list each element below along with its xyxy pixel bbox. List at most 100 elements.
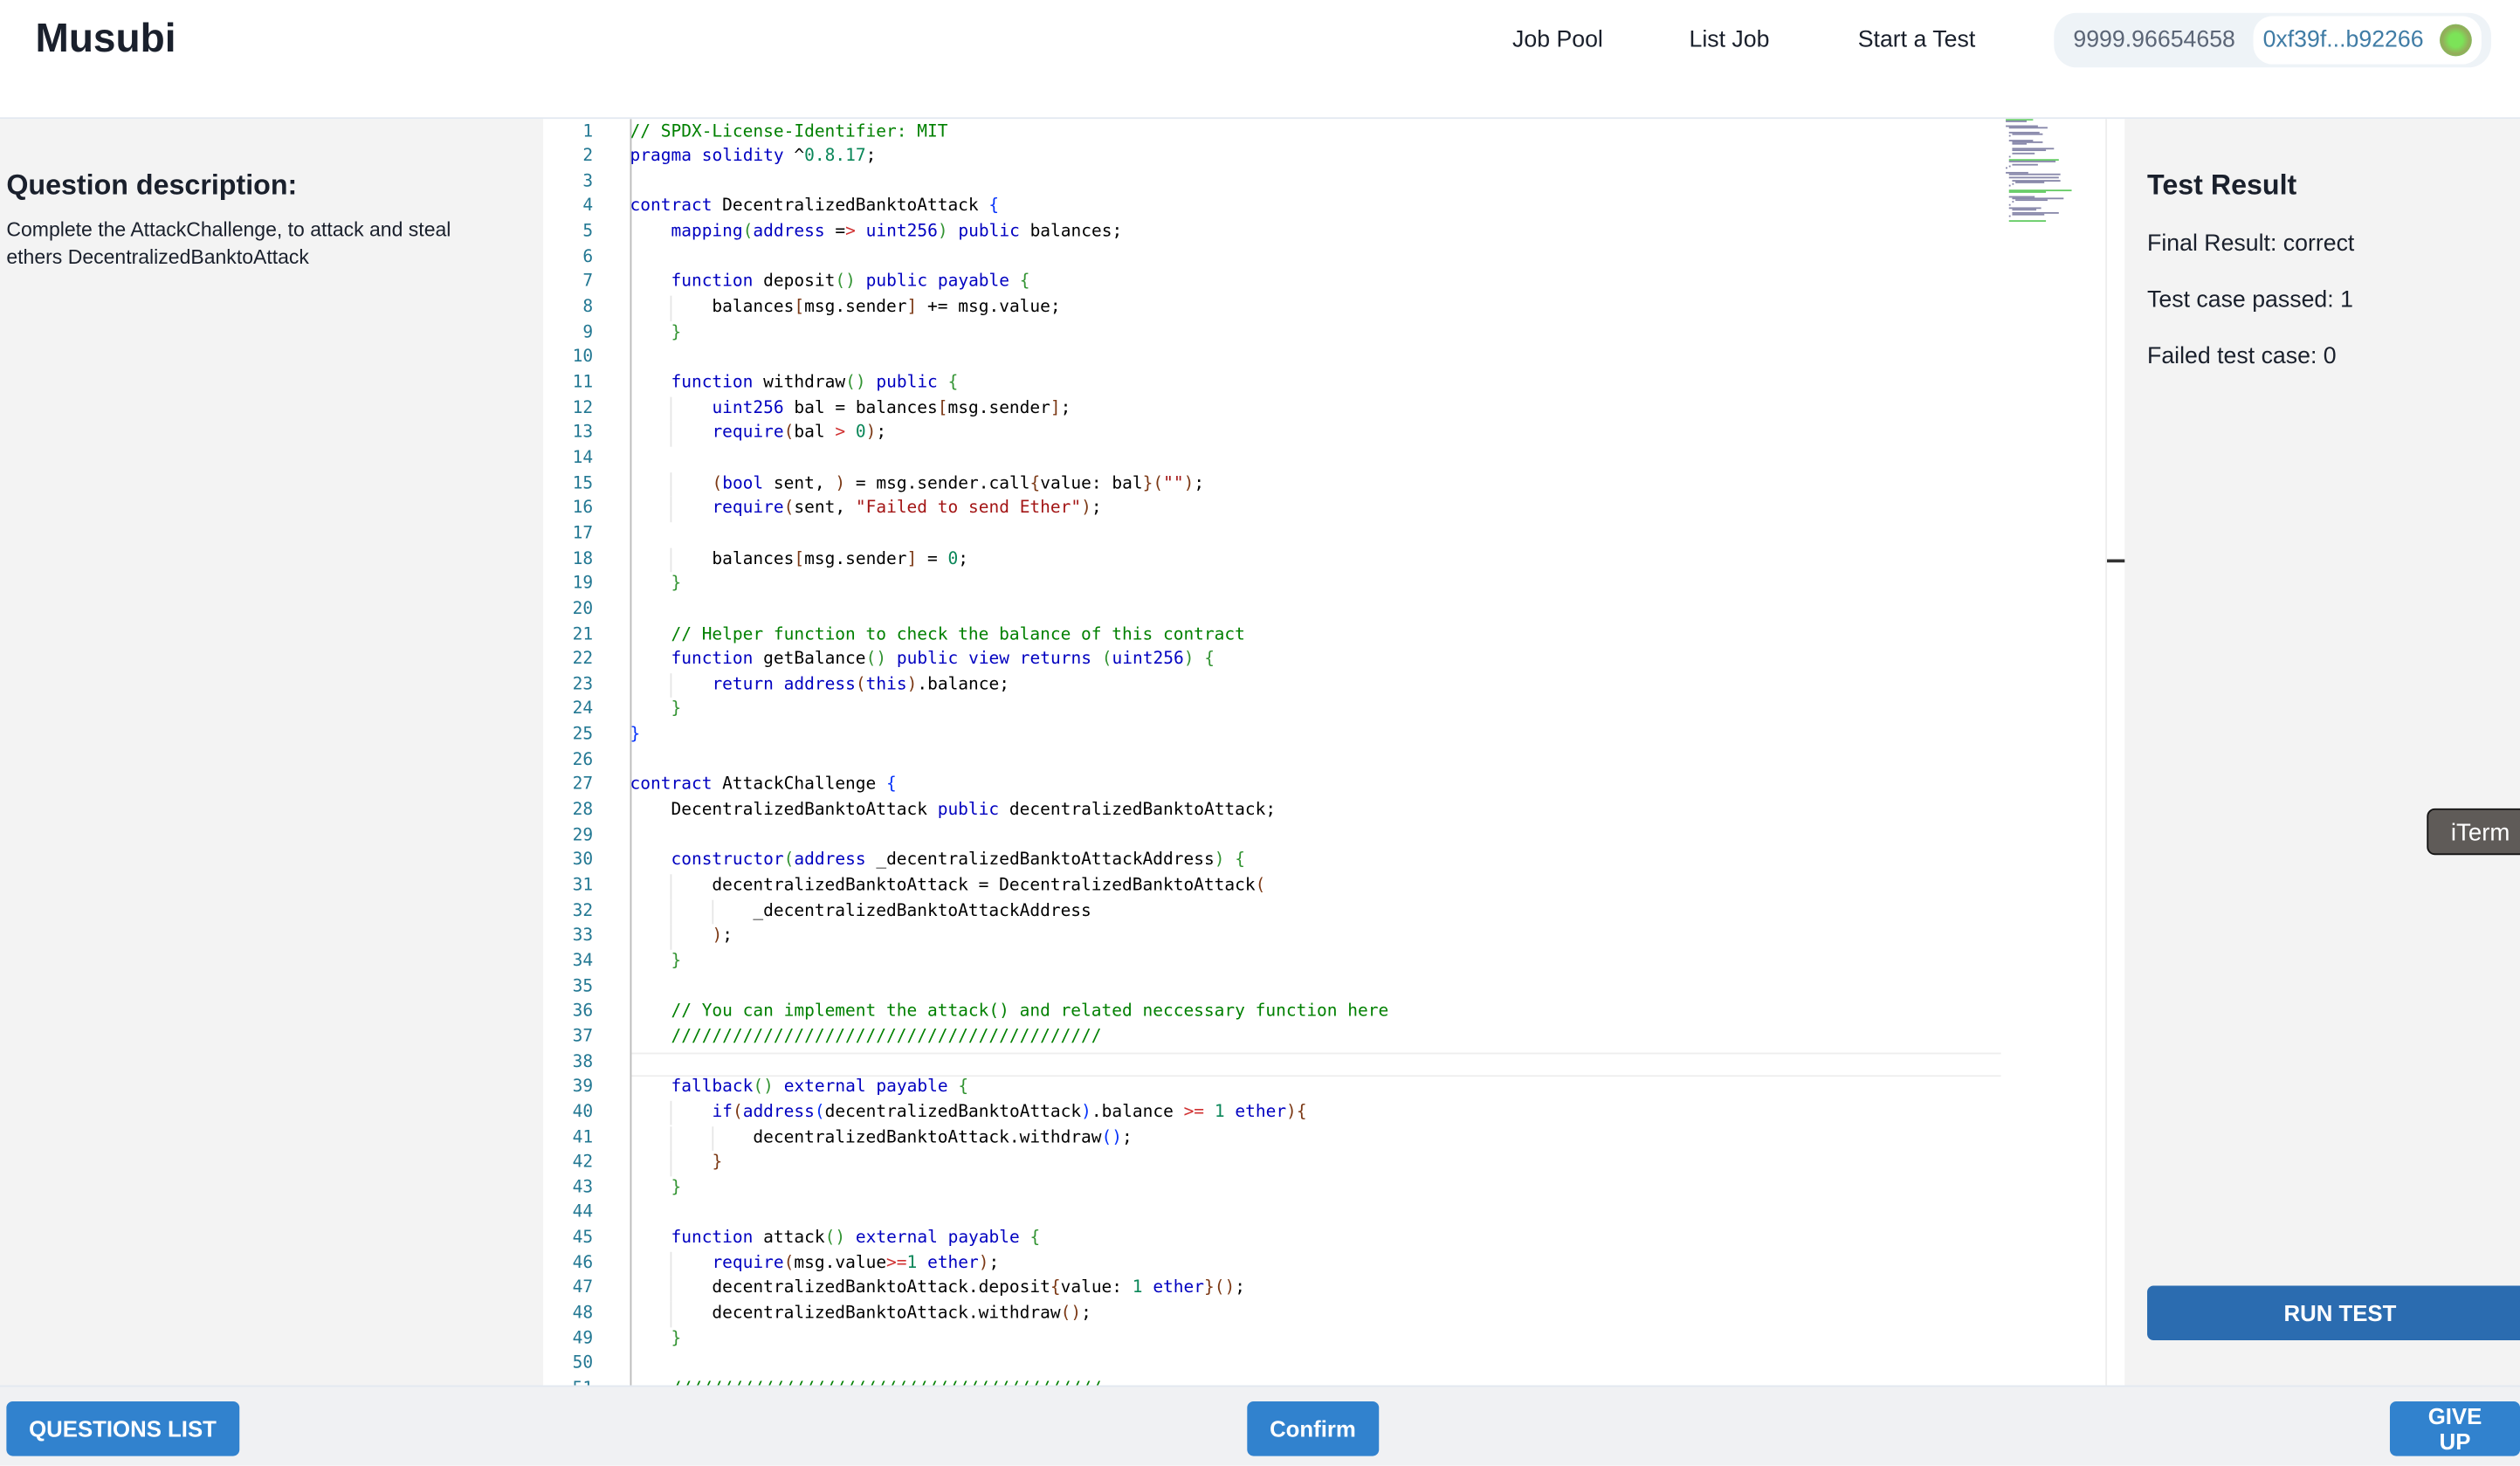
- minimap-line: [2008, 155, 2010, 157]
- code-line[interactable]: 34 }: [543, 950, 2105, 975]
- code-line[interactable]: 36 // You can implement the attack() and…: [543, 1000, 2105, 1025]
- code-editor[interactable]: 1 // SPDX-License-Identifier: MIT 2 pragma …: [543, 119, 2106, 1386]
- code-line[interactable]: 5 mapping(address => uint256) public bal…: [543, 220, 2105, 245]
- nav-start-a-test[interactable]: Start a Test: [1858, 27, 1976, 52]
- nav-list-job[interactable]: List Job: [1689, 27, 1769, 52]
- indent-guide: [671, 1301, 673, 1327]
- code-line[interactable]: 18 balances[msg.sender] = 0;: [543, 547, 2105, 573]
- code-line[interactable]: 14: [543, 447, 2105, 472]
- line-number: 14: [572, 448, 594, 468]
- top-navbar: Musubi Job Pool List Job Start a Test 99…: [0, 0, 2520, 120]
- code-text: mapping(address => uint256) public balan…: [671, 222, 1123, 242]
- code-text: return address(this).balance;: [712, 674, 1010, 694]
- code-line[interactable]: 2 pragma solidity ^0.8.17;: [543, 145, 2105, 170]
- code-line[interactable]: 16 require(sent, "Failed to send Ether")…: [543, 497, 2105, 522]
- code-line[interactable]: 27 contract AttackChallenge {: [543, 774, 2105, 799]
- code-line[interactable]: 47 decentralizedBanktoAttack.deposit{val…: [543, 1277, 2105, 1302]
- code-line[interactable]: 8 balances[msg.sender] += msg.value;: [543, 296, 2105, 321]
- code-line[interactable]: 32 _decentralizedBanktoAttackAddress: [543, 899, 2105, 925]
- code-line[interactable]: 48 decentralizedBanktoAttack.withdraw();: [543, 1302, 2105, 1327]
- code-line[interactable]: 28 DecentralizedBanktoAttack public dece…: [543, 799, 2105, 824]
- minimap-line: [2012, 148, 2046, 151]
- code-line[interactable]: 7 function deposit() public payable {: [543, 271, 2105, 296]
- code-line[interactable]: 17: [543, 522, 2105, 547]
- questions-list-button[interactable]: QUESTIONS LIST: [6, 1401, 239, 1456]
- indent-guide: [671, 874, 673, 900]
- account-button[interactable]: 0xf39f...b92266: [2253, 16, 2482, 65]
- code-text: // Helper function to check the balance …: [671, 624, 1245, 644]
- code-text: }: [671, 322, 682, 342]
- indent-guide: [671, 497, 673, 522]
- line-number: 9: [582, 322, 594, 342]
- line-number: 37: [572, 1026, 594, 1047]
- line-number: 27: [572, 774, 594, 795]
- code-line[interactable]: 20: [543, 597, 2105, 623]
- code-text: ////////////////////////////////////////…: [630, 1377, 1101, 1385]
- code-text: decentralizedBanktoAttack.deposit{value:…: [630, 1277, 1246, 1298]
- code-line[interactable]: 25}: [543, 723, 2105, 748]
- logo[interactable]: Musubi: [35, 16, 176, 62]
- indent-guide: [671, 421, 673, 447]
- editor-scrollbar[interactable]: [2105, 119, 2127, 1386]
- minimap[interactable]: [2006, 119, 2080, 224]
- code-line[interactable]: 38: [543, 1050, 2105, 1076]
- line-number: 17: [572, 523, 594, 543]
- indent-guide: [671, 547, 673, 573]
- code-text: contract DecentralizedBanktoAttack {: [630, 196, 1000, 217]
- code-text: }: [671, 951, 682, 971]
- code-line[interactable]: 9 }: [543, 321, 2105, 347]
- code-line[interactable]: 22 function getBalance() public view ret…: [543, 648, 2105, 673]
- line-number: 47: [572, 1277, 594, 1298]
- code-line[interactable]: 49 }: [543, 1327, 2105, 1352]
- code-line[interactable]: 11 function withdraw() public {: [543, 371, 2105, 396]
- code-text: // You can implement the attack() and re…: [671, 1001, 1389, 1022]
- code-line[interactable]: 35: [543, 974, 2105, 1000]
- code-line[interactable]: 50: [543, 1352, 2105, 1378]
- line-number: 38: [572, 1051, 594, 1071]
- code-line[interactable]: 26: [543, 748, 2105, 774]
- minimap-line: [2008, 127, 2048, 129]
- wallet-widget[interactable]: 9999.96654658 0xf39f...b92266: [2054, 12, 2491, 68]
- give-up-button[interactable]: GIVE UP: [2389, 1401, 2520, 1456]
- code-line[interactable]: 15 (bool sent, ) = msg.sender.call{value…: [543, 471, 2105, 497]
- code-line[interactable]: 45 function attack() external payable {: [543, 1227, 2105, 1252]
- code-line[interactable]: 24 }: [543, 699, 2105, 724]
- code-line[interactable]: 41 decentralizedBanktoAttack.withdraw();: [543, 1125, 2105, 1151]
- code-line[interactable]: 37 /////////////////////////////////////…: [543, 1025, 2105, 1050]
- code-line[interactable]: 51 /////////////////////////////////////…: [543, 1377, 2105, 1385]
- line-number: 10: [572, 348, 594, 368]
- code-line[interactable]: 21 // Helper function to check the balan…: [543, 623, 2105, 648]
- code-line[interactable]: 3: [543, 170, 2105, 196]
- code-text: }: [671, 1328, 682, 1348]
- run-test-button[interactable]: RUN TEST: [2147, 1285, 2520, 1341]
- code-line[interactable]: 19 }: [543, 573, 2105, 598]
- code-line[interactable]: 4 contract DecentralizedBanktoAttack {: [543, 196, 2105, 221]
- nav-job-pool[interactable]: Job Pool: [1512, 27, 1603, 52]
- code-line[interactable]: 42 }: [543, 1151, 2105, 1176]
- code-line[interactable]: 23 return address(this).balance;: [543, 673, 2105, 699]
- code-line[interactable]: 44: [543, 1201, 2105, 1227]
- code-line[interactable]: 43 }: [543, 1176, 2105, 1201]
- line-number: 42: [572, 1152, 594, 1173]
- indent-guide: [671, 1100, 673, 1126]
- code-line[interactable]: 46 require(msg.value>=1 ether);: [543, 1251, 2105, 1277]
- code-line[interactable]: 29: [543, 824, 2105, 850]
- code-text: decentralizedBanktoAttack = Decentralize…: [630, 876, 1266, 896]
- confirm-button[interactable]: Confirm: [1247, 1401, 1379, 1456]
- test-result-title: Test Result: [2147, 169, 2297, 202]
- code-text: DecentralizedBanktoAttack public decentr…: [630, 800, 1277, 820]
- indent-guide: [671, 471, 673, 498]
- code-line[interactable]: 10: [543, 346, 2105, 371]
- code-line[interactable]: 13 require(bal > 0);: [543, 422, 2105, 447]
- code-line[interactable]: 12 uint256 bal = balances[msg.sender];: [543, 396, 2105, 422]
- code-line[interactable]: 30 constructor(address _decentralizedBan…: [543, 849, 2105, 874]
- minimap-line: [2006, 167, 2007, 169]
- code-line[interactable]: 6: [543, 245, 2105, 271]
- iterm-tab[interactable]: iTerm: [2427, 808, 2520, 856]
- code-line[interactable]: 39 fallback() external payable {: [543, 1076, 2105, 1101]
- code-line[interactable]: 33 );: [543, 925, 2105, 950]
- code-line[interactable]: 40 if(address(decentralizedBanktoAttack)…: [543, 1101, 2105, 1126]
- code-text: ////////////////////////////////////////…: [671, 1026, 1102, 1047]
- code-line[interactable]: 31 decentralizedBanktoAttack = Decentral…: [543, 874, 2105, 899]
- code-line[interactable]: 1 // SPDX-License-Identifier: MIT: [543, 120, 2105, 145]
